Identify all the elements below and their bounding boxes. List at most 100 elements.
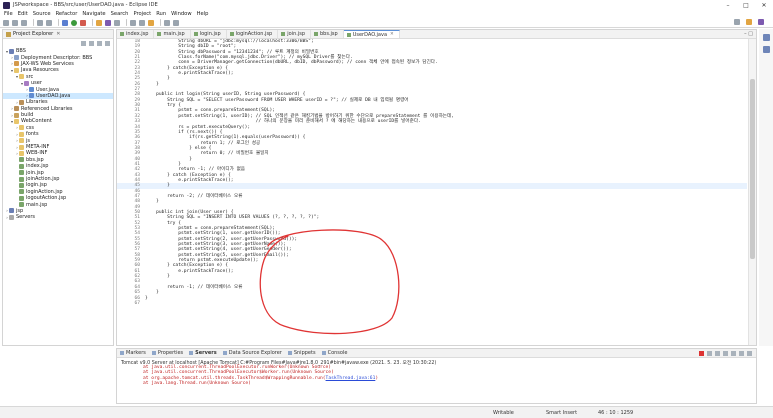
code-line[interactable]: 67 xyxy=(117,301,747,306)
stack-trace-link[interactable]: TaskThread.java:61 xyxy=(326,376,376,381)
close-view-icon[interactable]: ✕ xyxy=(56,31,60,37)
code-text: } xyxy=(145,295,148,301)
bottom-panel-tab[interactable]: Properties xyxy=(151,350,183,356)
editor-tab[interactable]: bbs.jsp xyxy=(311,30,344,38)
code-editor[interactable]: 18 String dbURL = "jdbc:mysql://localhos… xyxy=(117,39,747,345)
maximize-button[interactable]: □ xyxy=(737,0,755,10)
view-menu-icon[interactable] xyxy=(747,351,752,356)
scroll-lock-icon[interactable] xyxy=(723,351,728,356)
code-text: return -1; // 데이터베이스 오류 xyxy=(145,284,243,290)
external-tools-icon[interactable] xyxy=(80,19,86,26)
bottom-panel-tab[interactable]: Servers xyxy=(189,350,217,356)
java-ee-perspective-icon[interactable] xyxy=(758,19,764,25)
save-icon[interactable] xyxy=(12,19,18,26)
save-all-icon[interactable] xyxy=(21,19,27,26)
task-list-icon[interactable] xyxy=(762,46,770,53)
display-console-icon[interactable] xyxy=(739,351,744,356)
perspective-icon[interactable] xyxy=(746,19,752,25)
editor-minimize-maximize[interactable]: – □ xyxy=(744,31,753,37)
terminal-icon[interactable] xyxy=(46,19,52,26)
menu-search[interactable]: Search xyxy=(111,11,129,17)
ws-icon xyxy=(14,61,19,67)
menu-refactor[interactable]: Refactor xyxy=(56,11,78,17)
fold-icon xyxy=(19,131,24,137)
terminate-icon[interactable] xyxy=(699,351,704,356)
tree-item[interactable]: › Servers xyxy=(3,214,113,220)
link-with-editor-icon[interactable] xyxy=(89,40,94,46)
editor-tab-label: index.jsp xyxy=(126,31,149,37)
minimize-button[interactable]: – xyxy=(719,0,737,10)
fold-icon xyxy=(19,150,24,156)
console-launch-description: Tomcat v9.0 Server at localhost [Apache … xyxy=(121,361,437,366)
run-icon[interactable] xyxy=(71,19,77,26)
outline-icon[interactable] xyxy=(762,34,770,41)
editor-tab[interactable]: login.jsp xyxy=(191,30,227,38)
eclipse-logo-icon xyxy=(3,1,10,9)
scrollbar-thumb[interactable] xyxy=(750,79,755,259)
remove-launch-icon[interactable] xyxy=(707,351,712,356)
code-text: } xyxy=(145,199,159,205)
tree-item-label: UserDAO.java xyxy=(36,92,71,99)
open-type-icon[interactable] xyxy=(130,19,136,26)
proj-icon xyxy=(9,208,14,214)
editor-tab-label: login.jsp xyxy=(199,31,221,37)
editor-vertical-scrollbar[interactable] xyxy=(748,39,756,345)
editor-tab[interactable]: UserDAO.java ✕ xyxy=(343,30,400,38)
clear-console-icon[interactable] xyxy=(715,351,720,356)
view-icon xyxy=(151,351,156,355)
new-class-icon[interactable] xyxy=(114,19,120,26)
bottom-panel-tab[interactable]: Markers xyxy=(120,350,146,356)
toolbar-separator xyxy=(160,19,161,26)
fold-icon xyxy=(19,138,24,144)
search-icon[interactable] xyxy=(139,19,145,26)
proj-icon xyxy=(9,48,14,54)
menu-help[interactable]: Help xyxy=(197,11,209,17)
bottom-panel-tab[interactable]: Console xyxy=(321,350,347,356)
fold-icon xyxy=(19,125,24,131)
menu-edit[interactable]: Edit xyxy=(18,11,28,17)
jsp-icon xyxy=(19,189,24,195)
code-text: String SQL = "SELECT userPassword FROM U… xyxy=(145,97,409,103)
editor-tab[interactable]: loginAction.jsp xyxy=(227,30,279,38)
new-java-project-icon[interactable] xyxy=(96,19,102,26)
collapse-all-icon[interactable] xyxy=(81,40,86,46)
tree-item-label: Referenced Libraries xyxy=(21,105,73,112)
debug-icon[interactable] xyxy=(62,19,68,26)
search-field-icon[interactable] xyxy=(734,19,740,25)
project-explorer-title[interactable]: Project Explorer xyxy=(13,31,53,37)
java-icon xyxy=(29,87,34,93)
view-menu-icon[interactable] xyxy=(105,40,110,46)
window-title: JSPworkspace - BBS/src/user/UserDAO.java… xyxy=(13,2,158,8)
menu-project[interactable]: Project xyxy=(133,11,151,17)
menu-run[interactable]: Run xyxy=(156,11,166,17)
print-icon[interactable] xyxy=(37,19,43,26)
new-package-icon[interactable] xyxy=(105,19,111,26)
tree-item-label: Servers xyxy=(16,214,36,221)
close-tab-icon[interactable]: ✕ xyxy=(390,32,394,37)
tree-item-label: login.jsp xyxy=(26,182,47,189)
jsp-icon xyxy=(19,163,24,169)
pin-console-icon[interactable] xyxy=(731,351,736,356)
editor-tab[interactable]: index.jsp xyxy=(117,30,155,38)
fold-icon xyxy=(19,144,24,150)
forward-icon[interactable] xyxy=(173,19,179,26)
menu-window[interactable]: Window xyxy=(171,11,191,17)
filter-icon[interactable] xyxy=(97,40,102,46)
menu-source[interactable]: Source xyxy=(33,11,51,17)
file-icon xyxy=(314,32,318,36)
new-icon[interactable] xyxy=(3,19,9,26)
close-button[interactable]: ✕ xyxy=(755,0,773,10)
jsp-icon xyxy=(19,202,24,208)
status-bar: Writable Smart Insert 46 : 10 : 1259 xyxy=(0,406,773,418)
annotation-icon[interactable] xyxy=(148,19,154,26)
bottom-panel-tab[interactable]: Data Source Explorer xyxy=(222,350,282,356)
editor-tab[interactable]: main.jsp xyxy=(154,30,191,38)
editor-tab[interactable]: join.jsp xyxy=(278,30,311,38)
bottom-panel-tab[interactable]: Snippets xyxy=(287,350,316,356)
back-icon[interactable] xyxy=(164,19,170,26)
status-cursor-position: 46 : 10 : 1259 xyxy=(598,410,634,416)
tree-item-label: Libraries xyxy=(26,99,48,106)
menu-navigate[interactable]: Navigate xyxy=(82,11,105,17)
menu-file[interactable]: File xyxy=(4,11,13,17)
lib-icon xyxy=(14,106,19,112)
